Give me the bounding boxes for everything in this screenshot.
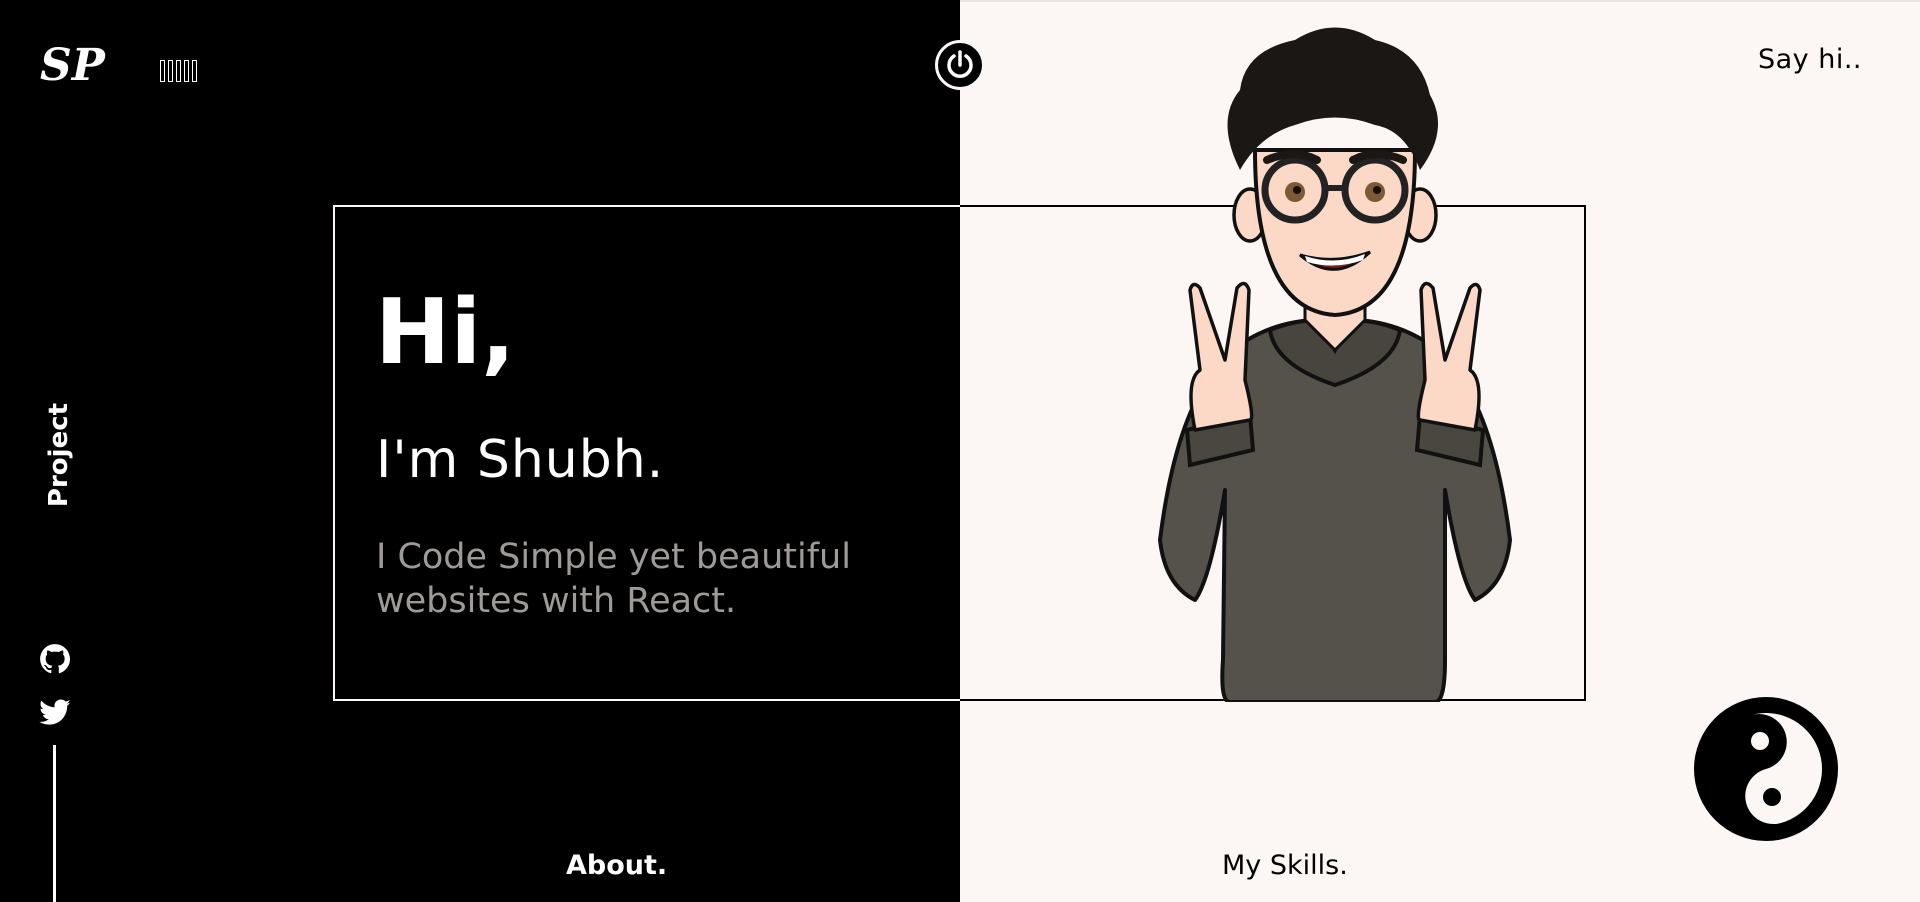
say-hi-link[interactable]: Say hi.. — [1758, 44, 1862, 75]
github-link[interactable] — [38, 642, 72, 676]
yin-yang-icon[interactable] — [1692, 695, 1840, 843]
twitter-link[interactable] — [38, 696, 72, 730]
project-link[interactable]: Project — [32, 400, 86, 510]
github-icon — [40, 644, 71, 674]
sound-bar — [160, 60, 165, 82]
hero-name: I'm Shubh. — [376, 430, 665, 490]
power-icon — [947, 50, 973, 78]
logo-mark: SP — [40, 40, 107, 91]
sound-bar — [168, 60, 173, 82]
svg-text:SP: SP — [40, 40, 107, 90]
sound-bar — [184, 60, 189, 82]
sound-bars-icon[interactable] — [160, 60, 197, 82]
top-border — [960, 0, 1920, 2]
project-label: Project — [44, 402, 75, 508]
hero-greeting: Hi, — [375, 280, 516, 385]
power-button[interactable] — [935, 40, 985, 90]
social-divider-line — [53, 745, 56, 902]
twitter-icon — [39, 699, 71, 725]
sound-bar — [176, 60, 181, 82]
skills-link[interactable]: My Skills. — [1222, 850, 1348, 881]
logo[interactable]: SP — [38, 38, 108, 91]
avatar-illustration — [1158, 27, 1512, 702]
about-link[interactable]: About. — [566, 850, 667, 881]
hero-tagline: I Code Simple yet beautiful websites wit… — [376, 537, 851, 621]
sound-bar — [192, 60, 197, 82]
